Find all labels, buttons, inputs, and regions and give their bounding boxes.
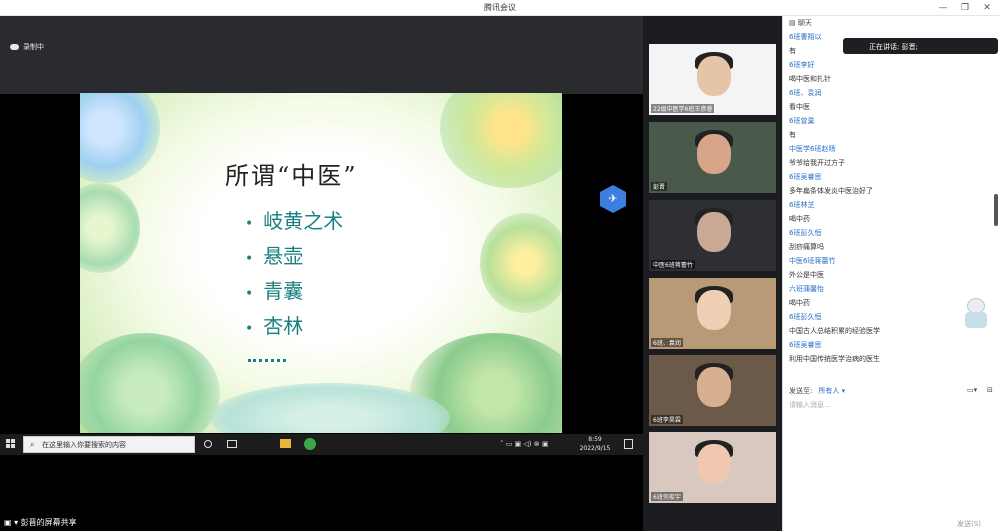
restore-icon[interactable]: ❐ xyxy=(958,1,972,15)
chat-message: 看中医 xyxy=(789,103,810,111)
video-tile-name: 中医6班蒋蕾竹 xyxy=(651,260,695,269)
chat-message: 多年扁条体发炎中医治好了 xyxy=(789,187,873,195)
chat-message-list[interactable]: 6班曹翔以 有 6班李好 喝中医和扎针 6班、袁润 看中医 6班曾巢 有 中医学… xyxy=(789,30,989,366)
cortana-icon[interactable] xyxy=(204,440,212,448)
video-tile-name: 6班何俊宇 xyxy=(651,492,683,501)
speaking-label: 正在讲话: 彭晋; xyxy=(869,43,918,51)
participant-face xyxy=(697,56,731,96)
presentation-slide: 所谓“中医” 岐黄之术 悬壶 青囊 杏林 xyxy=(80,93,562,433)
wechat-icon[interactable] xyxy=(304,438,316,450)
title-bar: 腾讯会议 — ❐ ✕ xyxy=(0,0,1000,16)
search-icon: ⌕ xyxy=(30,440,35,449)
cloud-icon xyxy=(10,44,19,50)
chat-sender: 6班、袁润 xyxy=(789,89,822,97)
chat-sender: 中医学6班赵旸 xyxy=(789,145,836,153)
slide-bullet-list: 岐黄之术 悬壶 青囊 杏林 xyxy=(245,205,343,345)
chat-message: 中国古人总结积累的经验医学 xyxy=(789,327,880,335)
chat-sender: 6班曾巢 xyxy=(789,117,815,125)
file-icon[interactable]: ▭▾ xyxy=(967,386,977,394)
chat-sender: 6班彭久恒 xyxy=(789,313,822,321)
chat-message: 喝中药 xyxy=(789,215,810,223)
slide-bullet: 悬壶 xyxy=(245,240,343,275)
minimize-icon[interactable]: — xyxy=(936,1,950,15)
video-tile[interactable]: 中医6班蒋蕾竹 xyxy=(649,200,776,271)
participant-face xyxy=(697,212,731,252)
video-tile[interactable]: 6班李昊霖 xyxy=(649,355,776,426)
recording-label: 录制中 xyxy=(23,43,44,51)
chat-sender: 6班吴睿思 xyxy=(789,173,822,181)
taskbar-clock[interactable]: 8:59 2022/9/15 xyxy=(572,435,618,453)
window-title: 腾讯会议 xyxy=(484,3,516,12)
slide-bullet: 岐黄之术 xyxy=(245,205,343,240)
chat-message: 喝中药 xyxy=(789,299,810,307)
recording-indicator[interactable]: 录制中 xyxy=(10,42,44,52)
chat-message: 刮痧痛算吗 xyxy=(789,243,824,251)
video-tile[interactable]: 6班、袁润 xyxy=(649,278,776,349)
file-explorer-icon[interactable] xyxy=(280,439,291,448)
share-source-icon: ▣ ▾ xyxy=(4,518,21,527)
video-panel: 22级中医学6班王彦睿 彭晋 中医6班蒋蕾竹 6班、袁润 6班李昊霖 6班何俊宇 xyxy=(643,16,782,531)
video-tile-name: 彭晋 xyxy=(651,182,668,191)
taskbar-date: 2022/9/15 xyxy=(579,445,611,452)
send-to-row: 发送至: 所有人 ▾ ▭▾ ⊟ xyxy=(789,386,993,395)
shared-taskbar: ⌕ 在这里输入你要搜索的内容 ˄ ▭ ▣ ◁) ⊗ ▣ 8:59 2022/9/… xyxy=(0,434,643,455)
participant-face xyxy=(697,134,731,174)
share-label-text: 彭晋的屏幕共享 xyxy=(20,518,77,527)
screenshot-icon[interactable]: ⊟ xyxy=(987,386,993,394)
chat-sender: 6班林芝 xyxy=(789,201,815,209)
video-tile-name: 22级中医学6班王彦睿 xyxy=(651,104,715,113)
participant-face xyxy=(697,367,731,407)
chat-sender: 六班蒲馨怡 xyxy=(789,285,824,293)
video-tile[interactable]: 彭晋 xyxy=(649,122,776,193)
video-tile-name: 6班、袁润 xyxy=(651,338,683,347)
chat-icon: ▤ xyxy=(789,19,798,27)
screen-share-label: ▣ ▾ 彭晋的屏幕共享 xyxy=(0,515,81,531)
decor-flower xyxy=(440,93,562,188)
decor-flower xyxy=(480,213,562,313)
close-icon[interactable]: ✕ xyxy=(980,1,994,15)
meeting-floating-icon[interactable]: ✈ xyxy=(600,185,626,213)
chat-panel: ▤ 聊天 6班曹翔以 有 6班李好 喝中医和扎针 6班、袁润 看中医 6班曾巢 … xyxy=(782,16,1000,531)
slide-ellipsis xyxy=(248,359,286,362)
chat-sender: 6班吴睿思 xyxy=(789,341,822,349)
send-to-label: 发送至: xyxy=(789,387,813,395)
slide-bullet: 杏林 xyxy=(245,310,343,345)
chat-message: 利用中国传统医学治病的医生 xyxy=(789,355,880,363)
chat-message: 喝中医和扎针 xyxy=(789,75,831,83)
slide-bullet: 青囊 xyxy=(245,275,343,310)
chat-message: 爷爷给我开过方子 xyxy=(789,159,845,167)
chat-message: 外公是中医 xyxy=(789,271,824,279)
chat-scrollbar[interactable] xyxy=(994,194,998,226)
tray-icons[interactable]: ˄ ▭ ▣ ◁) ⊗ ▣ xyxy=(500,440,548,448)
chat-sender: 中医6班蒋蕾竹 xyxy=(789,257,836,265)
mascot-sticker xyxy=(961,296,991,330)
stage-header: 录制中 xyxy=(0,16,643,94)
speaking-indicator: 正在讲话: 彭晋; xyxy=(843,38,998,54)
decor-flower xyxy=(80,183,140,273)
notification-icon[interactable] xyxy=(624,439,633,449)
chat-input[interactable]: 请输入消息... xyxy=(789,400,995,510)
chat-message: 有 xyxy=(789,131,796,139)
video-tile[interactable]: 22级中医学6班王彦睿 xyxy=(649,44,776,115)
send-button[interactable]: 发送(S) xyxy=(951,519,987,531)
participant-face xyxy=(697,290,731,330)
taskbar-search-placeholder: 在这里输入你要搜索的内容 xyxy=(42,441,126,449)
decor-flower xyxy=(80,93,160,183)
chat-sender: 6班彭久恒 xyxy=(789,229,822,237)
task-view-icon[interactable] xyxy=(227,440,237,448)
slide-title: 所谓“中医” xyxy=(225,162,358,190)
chat-header-label: 聊天 xyxy=(797,19,812,27)
video-tile-name: 6班李昊霖 xyxy=(651,415,683,424)
windows-start-icon[interactable] xyxy=(6,439,16,449)
video-tile[interactable]: 6班何俊宇 xyxy=(649,432,776,503)
chat-header: ▤ 聊天 xyxy=(783,16,1000,30)
taskbar-search[interactable]: ⌕ 在这里输入你要搜索的内容 xyxy=(23,436,195,453)
chat-input-placeholder: 请输入消息... xyxy=(789,401,831,409)
taskbar-time: 8:59 xyxy=(588,436,602,443)
shared-screen: 录制中 所谓“中医” 岐黄之术 悬壶 青囊 杏林 ✈ ⌕ 在这里输入你要搜索的内… xyxy=(0,16,643,531)
participant-face xyxy=(697,444,731,484)
send-to-select[interactable]: 所有人 xyxy=(818,387,839,395)
decor-leaves xyxy=(80,333,220,433)
chat-sender: 6班李好 xyxy=(789,61,815,69)
